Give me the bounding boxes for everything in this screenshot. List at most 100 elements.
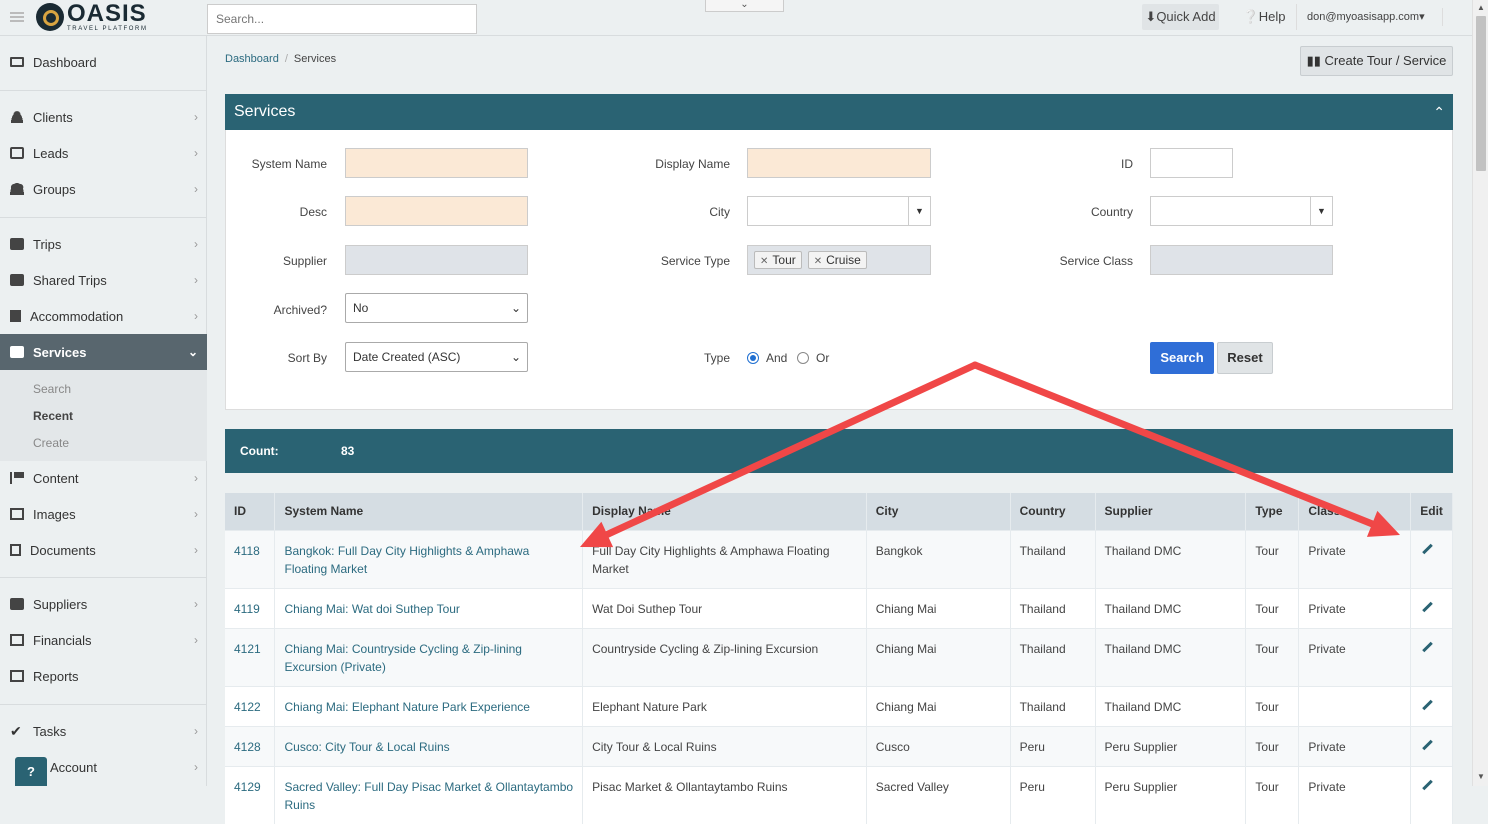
pencil-icon[interactable] bbox=[1422, 780, 1433, 791]
sidebar-item-images[interactable]: Images › bbox=[0, 496, 207, 532]
sidebar-item-reports[interactable]: Reports bbox=[0, 658, 207, 694]
cell-id[interactable]: 4118 bbox=[225, 529, 276, 588]
chevron-up-icon[interactable]: ⌃ bbox=[1433, 94, 1445, 130]
pencil-icon[interactable] bbox=[1422, 544, 1433, 555]
breadcrumb-home-link[interactable]: Dashboard bbox=[225, 53, 279, 65]
sidebar-item-shared-trips[interactable]: Shared Trips › bbox=[0, 262, 207, 298]
system-name-input[interactable] bbox=[345, 148, 528, 178]
count-label: Count: bbox=[240, 444, 279, 458]
cell-id[interactable]: 4122 bbox=[225, 685, 276, 726]
cell-id[interactable]: 4119 bbox=[225, 587, 276, 628]
type-radio-and[interactable]: And bbox=[747, 351, 787, 365]
cell-supplier: Thailand DMC bbox=[1095, 685, 1247, 726]
submenu-item-recent[interactable]: Recent bbox=[33, 409, 73, 423]
quick-add-button[interactable]: ⬇Quick Add bbox=[1142, 4, 1219, 30]
scrollbar-thumb[interactable] bbox=[1476, 16, 1486, 171]
remove-tag-icon[interactable]: ✕ bbox=[814, 256, 822, 267]
pencil-icon[interactable] bbox=[1422, 642, 1433, 653]
pencil-icon[interactable] bbox=[1422, 740, 1433, 751]
cell-system-name[interactable]: Chiang Mai: Elephant Nature Park Experie… bbox=[274, 685, 584, 726]
global-search-input[interactable] bbox=[207, 4, 477, 34]
cell-system-name[interactable]: Cusco: City Tour & Local Ruins bbox=[274, 725, 584, 766]
chevron-down-icon[interactable]: ⌄ bbox=[705, 0, 784, 12]
panel-toggle-icon[interactable] bbox=[1442, 8, 1458, 26]
cell-system-name[interactable]: Sacred Valley: Full Day Pisac Market & O… bbox=[274, 765, 584, 824]
table-row[interactable]: 4118 Bangkok: Full Day City Highlights & … bbox=[225, 529, 1453, 588]
search-button[interactable]: Search bbox=[1150, 342, 1214, 374]
column-header[interactable]: City bbox=[866, 493, 1011, 530]
column-header[interactable]: System Name bbox=[274, 493, 584, 530]
sidebar-item-content[interactable]: Content › bbox=[0, 460, 207, 496]
cell-system-name[interactable]: Chiang Mai: Countryside Cycling & Zip-li… bbox=[274, 627, 584, 686]
service-class-input[interactable] bbox=[1150, 245, 1333, 275]
pencil-icon[interactable] bbox=[1422, 700, 1433, 711]
desc-input[interactable] bbox=[345, 196, 528, 226]
sidebar-item-clients[interactable]: Clients › bbox=[0, 99, 207, 135]
sidebar-item-leads[interactable]: Leads › bbox=[0, 135, 207, 171]
reset-button[interactable]: Reset bbox=[1217, 342, 1273, 374]
service-type-input[interactable]: ✕ Tour ✕ Cruise bbox=[747, 245, 931, 275]
type-radio-or[interactable]: Or bbox=[797, 351, 829, 365]
chevron-right-icon: › bbox=[194, 724, 198, 738]
help-bubble-button[interactable]: ? bbox=[15, 757, 47, 786]
scrollbar[interactable]: ▲ ▼ bbox=[1472, 0, 1488, 786]
submenu-item-create[interactable]: Create bbox=[33, 436, 69, 450]
sidebar-item-documents[interactable]: Documents › bbox=[0, 532, 207, 568]
search-form: System Name Display Name ID Desc City ▼ … bbox=[225, 130, 1453, 410]
logo[interactable]: OASIS TRAVEL PLATFORM bbox=[36, 1, 148, 33]
sidebar-item-label: Trips bbox=[33, 236, 62, 252]
sidebar-item-trips[interactable]: Trips › bbox=[0, 226, 207, 262]
table-row[interactable]: 4122 Chiang Mai: Elephant Nature Park Exp… bbox=[225, 685, 1453, 726]
table-row[interactable]: 4119 Chiang Mai: Wat doi Suthep Tour Wat D… bbox=[225, 587, 1453, 628]
id-input[interactable] bbox=[1150, 148, 1233, 178]
pencil-icon[interactable] bbox=[1422, 602, 1433, 613]
archived-select[interactable]: No ⌄ bbox=[345, 293, 528, 323]
submenu-item-search[interactable]: Search bbox=[33, 382, 71, 396]
sidebar-item-groups[interactable]: Groups › bbox=[0, 171, 207, 207]
sort-by-select[interactable]: Date Created (ASC) ⌄ bbox=[345, 342, 528, 372]
column-header[interactable]: Supplier bbox=[1095, 493, 1247, 530]
cell-class: Private bbox=[1298, 587, 1412, 628]
column-header[interactable]: Country bbox=[1010, 493, 1096, 530]
column-header[interactable]: Class bbox=[1298, 493, 1412, 530]
cell-country: Peru bbox=[1010, 725, 1096, 766]
column-header[interactable]: Type bbox=[1245, 493, 1300, 530]
cell-id[interactable]: 4128 bbox=[225, 725, 276, 766]
remove-tag-icon[interactable]: ✕ bbox=[760, 256, 768, 267]
city-select[interactable]: ▼ bbox=[747, 196, 931, 226]
user-menu[interactable]: don@myoasisapp.com▾ bbox=[1296, 4, 1436, 30]
image-icon bbox=[10, 508, 24, 520]
cell-country: Thailand bbox=[1010, 529, 1096, 588]
create-tour-service-button[interactable]: ▮▮ Create Tour / Service bbox=[1300, 46, 1453, 76]
country-select[interactable]: ▼ bbox=[1150, 196, 1333, 226]
cell-type: Tour bbox=[1245, 685, 1300, 726]
sidebar-item-tasks[interactable]: ✔ Tasks › bbox=[0, 713, 207, 749]
sidebar-item-dashboard[interactable]: Dashboard bbox=[0, 44, 207, 80]
sidebar-item-services[interactable]: Services ⌄ bbox=[0, 334, 207, 370]
column-header[interactable]: Display Name bbox=[582, 493, 867, 530]
help-button[interactable]: ❔Help bbox=[1236, 4, 1292, 30]
service-type-tag[interactable]: ✕ Cruise bbox=[807, 251, 867, 269]
cell-class: Private bbox=[1298, 765, 1412, 824]
supplier-input[interactable] bbox=[345, 245, 528, 275]
service-type-tag[interactable]: ✕ Tour bbox=[754, 251, 802, 269]
cell-system-name[interactable]: Bangkok: Full Day City Highlights & Amph… bbox=[274, 529, 584, 588]
table-row[interactable]: 4129 Sacred Valley: Full Day Pisac Market… bbox=[225, 765, 1453, 824]
table-row[interactable]: 4121 Chiang Mai: Countryside Cycling & Zi… bbox=[225, 627, 1453, 686]
display-name-input[interactable] bbox=[747, 148, 931, 178]
sidebar-item-label: Dashboard bbox=[33, 54, 97, 70]
cell-type: Tour bbox=[1245, 587, 1300, 628]
cell-id[interactable]: 4121 bbox=[225, 627, 276, 686]
column-header[interactable]: ID bbox=[225, 493, 276, 530]
cell-system-name[interactable]: Chiang Mai: Wat doi Suthep Tour bbox=[274, 587, 584, 628]
menu-icon[interactable] bbox=[10, 12, 24, 22]
sidebar-item-financials[interactable]: Financials › bbox=[0, 622, 207, 658]
caret-down-icon: ▼ bbox=[908, 197, 930, 225]
sidebar-item-suppliers[interactable]: Suppliers › bbox=[0, 586, 207, 622]
cell-id[interactable]: 4129 bbox=[225, 765, 276, 824]
scroll-down-icon[interactable]: ▼ bbox=[1477, 772, 1485, 781]
table-row[interactable]: 4128 Cusco: City Tour & Local Ruins City T… bbox=[225, 725, 1453, 766]
scroll-up-icon[interactable]: ▲ bbox=[1477, 3, 1485, 12]
sidebar-item-accommodation[interactable]: Accommodation › bbox=[0, 298, 207, 334]
cell-city: Chiang Mai bbox=[866, 685, 1011, 726]
